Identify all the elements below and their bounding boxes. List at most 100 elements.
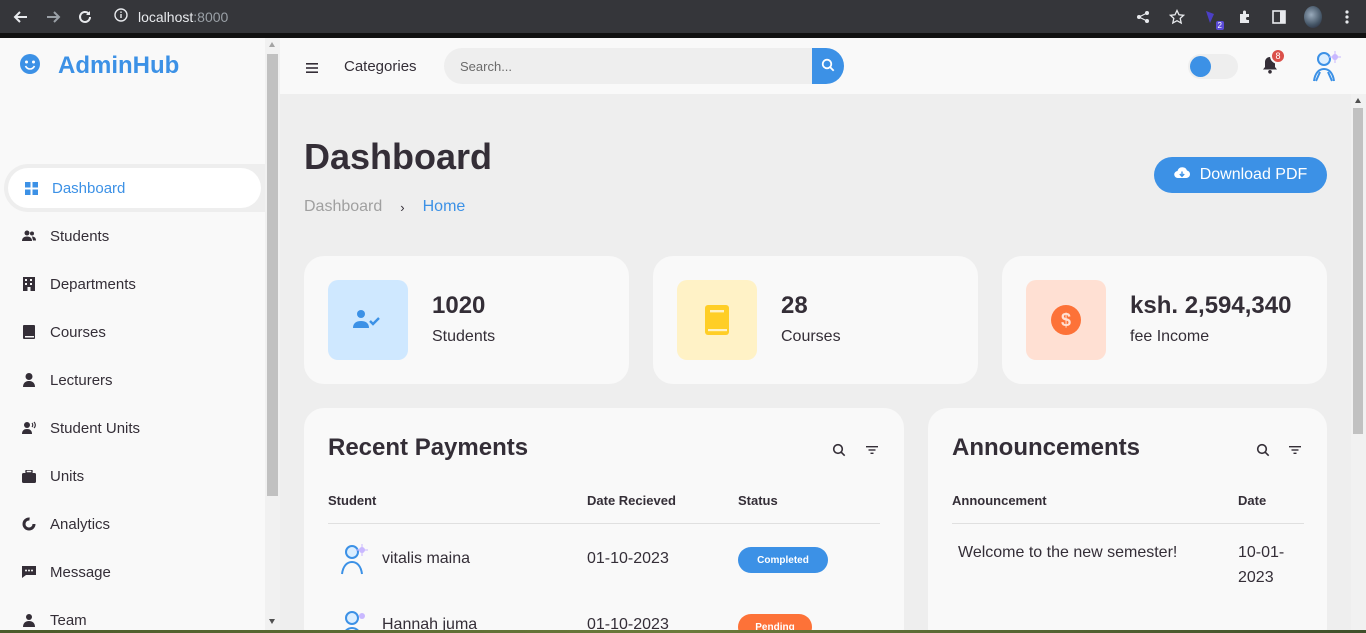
- date-received: 01-10-2023: [587, 616, 669, 630]
- announcement-date-line2: 2023: [1238, 569, 1274, 586]
- sidebar-item-courses[interactable]: Courses: [0, 308, 265, 356]
- breadcrumb-dashboard[interactable]: Dashboard: [304, 198, 382, 216]
- switch-knob: [1190, 56, 1211, 77]
- stat-label: Courses: [781, 328, 841, 345]
- sidebar-item-dashboard[interactable]: Dashboard: [4, 164, 265, 212]
- announcement-date-line1: 10-01-: [1238, 544, 1285, 561]
- filter-icon[interactable]: [864, 442, 880, 458]
- stat-card-fee-income: $ ksh. 2,594,340 fee Income: [1002, 256, 1327, 384]
- scroll-up-arrow-icon[interactable]: [269, 42, 275, 47]
- dark-mode-switch[interactable]: [1188, 54, 1238, 79]
- profile-avatar[interactable]: [1308, 48, 1344, 84]
- sidebar-item-students[interactable]: Students: [0, 212, 265, 260]
- svg-text:$: $: [1061, 310, 1071, 330]
- share-icon[interactable]: [1134, 8, 1152, 26]
- briefcase-icon: [22, 469, 36, 483]
- column-header-date: Date Recieved: [587, 493, 676, 508]
- stats-row: 1020 Students 28 Courses $ ksh. 2,594,34…: [304, 256, 1327, 384]
- dashboard-icon: [24, 181, 38, 195]
- download-label: Download PDF: [1199, 166, 1308, 183]
- back-icon[interactable]: [10, 6, 32, 28]
- search-icon[interactable]: [831, 442, 847, 458]
- book-icon: [22, 325, 36, 339]
- forward-icon[interactable]: [42, 6, 64, 28]
- sidebar-item-label: Student Units: [50, 419, 141, 437]
- sidebar-item-student-units[interactable]: Student Units: [0, 404, 265, 452]
- stat-card-students: 1020 Students: [304, 256, 629, 384]
- reload-icon[interactable]: [74, 6, 96, 28]
- status-badge: Completed: [738, 547, 828, 573]
- team-icon: [22, 613, 36, 627]
- sidebar-item-departments[interactable]: Departments: [0, 260, 265, 308]
- announcements-card: Announcements Announcement Date Welcome …: [928, 408, 1327, 630]
- sidebar-item-label: Units: [50, 467, 85, 485]
- download-pdf-button[interactable]: Download PDF: [1154, 157, 1327, 193]
- scroll-up-arrow-icon[interactable]: [1355, 98, 1361, 103]
- breadcrumb-home[interactable]: Home: [423, 198, 466, 216]
- cloud-download-icon: [1173, 166, 1190, 184]
- info-icon: [114, 8, 128, 25]
- browser-toolbar: localhost:8000 2: [0, 0, 1366, 33]
- search-button[interactable]: [812, 48, 844, 84]
- doughnut-chart-icon: [22, 517, 36, 531]
- page-title: Dashboard: [304, 136, 493, 177]
- stat-card-courses: 28 Courses: [653, 256, 978, 384]
- menu-toggle-icon[interactable]: [306, 58, 318, 77]
- dollar-circle-icon: $: [1026, 280, 1106, 360]
- student-name: vitalis maina: [382, 550, 471, 567]
- sidebar-item-team[interactable]: Team: [0, 596, 265, 630]
- brand-title: AdminHub: [58, 52, 180, 79]
- scroll-down-arrow-icon[interactable]: [269, 619, 275, 624]
- notification-button[interactable]: 8: [1262, 48, 1286, 78]
- chevron-right-icon: ›: [400, 199, 405, 215]
- stat-value: 1020: [432, 292, 486, 319]
- sidebar-item-label: Lecturers: [50, 371, 113, 389]
- puzzle-icon[interactable]: [1236, 8, 1254, 26]
- student-name: Hannah juma: [382, 616, 478, 630]
- url-port: :8000: [193, 8, 229, 25]
- extension-icon[interactable]: 2: [1202, 8, 1224, 30]
- sidebar-item-label: Message: [50, 563, 111, 581]
- extension-badge: 2: [1215, 20, 1224, 30]
- search-input[interactable]: [444, 48, 812, 84]
- scrollbar-thumb[interactable]: [267, 54, 278, 496]
- stat-label: Students: [432, 328, 496, 345]
- sidebar-item-message[interactable]: Message: [0, 548, 265, 596]
- search-icon: [821, 58, 835, 75]
- sidebar-item-label: Students: [50, 227, 110, 245]
- sidebar: AdminHub Dashboard Students Departments …: [0, 38, 265, 630]
- user-voice-icon: [22, 421, 36, 435]
- sidebar-item-label: Team: [50, 611, 87, 629]
- filter-icon[interactable]: [1287, 442, 1303, 458]
- date-received: 01-10-2023: [587, 550, 669, 567]
- address-bar[interactable]: localhost:8000: [114, 8, 228, 25]
- column-header-student: Student: [328, 493, 377, 508]
- categories-link[interactable]: Categories: [344, 58, 417, 75]
- kebab-menu-icon[interactable]: [1338, 8, 1356, 26]
- scrollbar-thumb[interactable]: [1353, 108, 1363, 434]
- sidebar-item-analytics[interactable]: Analytics: [0, 500, 265, 548]
- side-panel-icon[interactable]: [1270, 8, 1288, 26]
- user-icon: [22, 373, 36, 387]
- smile-icon: [18, 52, 42, 80]
- search-icon[interactable]: [1255, 442, 1271, 458]
- stat-label: fee Income: [1130, 328, 1210, 345]
- announcement-text: Welcome to the new semester!: [958, 544, 1178, 561]
- column-header-status: Status: [738, 493, 778, 508]
- profile-avatar[interactable]: [1304, 5, 1322, 28]
- avatar: [336, 606, 372, 630]
- bookmark-star-icon[interactable]: [1168, 8, 1186, 26]
- main-content: Dashboard Dashboard › Home Download PDF …: [280, 94, 1351, 630]
- card-title: Announcements: [952, 434, 1141, 461]
- sidebar-item-units[interactable]: Units: [0, 452, 265, 500]
- brand[interactable]: AdminHub: [18, 52, 179, 80]
- stat-value: 28: [781, 292, 808, 319]
- main-scrollbar[interactable]: [1351, 94, 1366, 630]
- status-badge: Pending: [738, 614, 812, 630]
- search-form: [444, 48, 844, 84]
- column-header-date: Date: [1238, 493, 1267, 508]
- sidebar-item-lecturers[interactable]: Lecturers: [0, 356, 265, 404]
- sidebar-scrollbar[interactable]: [265, 38, 280, 630]
- card-title: Recent Payments: [328, 434, 529, 461]
- table-divider: [328, 523, 880, 524]
